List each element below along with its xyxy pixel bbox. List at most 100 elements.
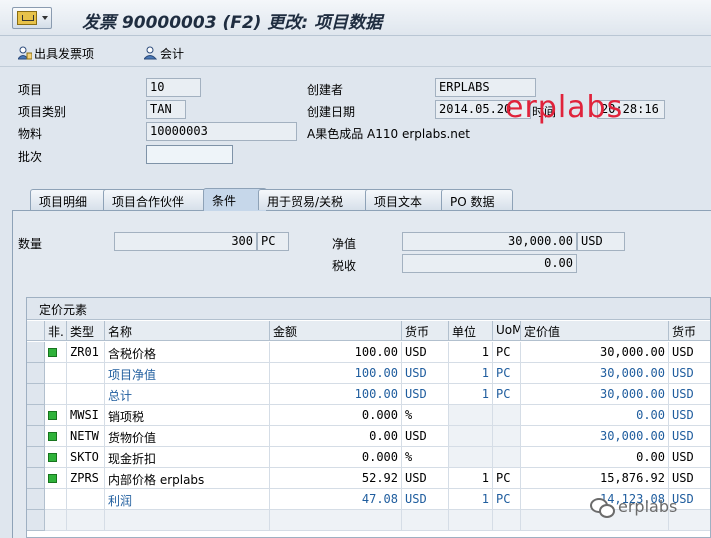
col-condition-value[interactable]: 定价值 bbox=[521, 321, 669, 341]
pricing-cell-amount[interactable]: 0.000 bbox=[270, 447, 402, 468]
pricing-table-title: 定价元素 bbox=[27, 298, 710, 320]
pricing-cell-per bbox=[449, 447, 493, 468]
row-selector[interactable] bbox=[27, 363, 45, 384]
tab-item-detail[interactable]: 项目明细 bbox=[30, 189, 114, 210]
system-menu-button[interactable] bbox=[12, 7, 52, 29]
pricing-cell-name: 含税价格 bbox=[105, 342, 270, 363]
empty-cell bbox=[270, 510, 402, 531]
tax-label: 税收 bbox=[332, 259, 357, 273]
status-cell bbox=[45, 447, 67, 468]
quantity-field: 300 bbox=[114, 232, 257, 251]
net-value-label: 净值 bbox=[332, 237, 357, 251]
material-field[interactable]: 10000003 bbox=[146, 122, 297, 141]
pricing-cell-value[interactable]: 15,876.92 bbox=[521, 468, 669, 489]
pricing-cell-curr2: USD bbox=[669, 405, 710, 426]
col-type[interactable]: 类型 bbox=[67, 321, 105, 341]
dropdown-arrow-icon bbox=[42, 16, 48, 20]
erplabs-watermark: erplabs bbox=[505, 90, 624, 125]
net-value-field: 30,000.00 bbox=[402, 232, 577, 251]
pricing-cell-type[interactable]: ZPRS bbox=[67, 468, 105, 489]
pricing-cell-value[interactable]: 30,000.00 bbox=[521, 384, 669, 405]
wechat-watermark-text: erplabs bbox=[618, 497, 678, 516]
pricing-cell-uom bbox=[493, 447, 521, 468]
pricing-cell-curr2: USD bbox=[669, 384, 710, 405]
pricing-cell-amount[interactable]: 100.00 bbox=[270, 363, 402, 384]
pricing-cell-curr2: USD bbox=[669, 363, 710, 384]
pricing-cell-per: 1 bbox=[449, 468, 493, 489]
pricing-cell-curr: USD bbox=[402, 468, 449, 489]
pricing-cell-uom: PC bbox=[493, 363, 521, 384]
print-invoice-item-button[interactable]: 出具发票项 bbox=[18, 44, 94, 62]
pricing-cell-value[interactable]: 30,000.00 bbox=[521, 363, 669, 384]
col-name[interactable]: 名称 bbox=[105, 321, 270, 341]
select-all-header[interactable] bbox=[27, 321, 45, 341]
empty-cell bbox=[67, 510, 105, 531]
col-amount[interactable]: 金额 bbox=[270, 321, 402, 341]
pricing-cell-curr: % bbox=[402, 405, 449, 426]
pricing-cell-amount[interactable]: 0.00 bbox=[270, 426, 402, 447]
row-selector[interactable] bbox=[27, 510, 45, 531]
tab-item-partners[interactable]: 项目合作伙伴 bbox=[103, 189, 207, 210]
pricing-cell-name: 总计 bbox=[105, 384, 270, 405]
batch-field[interactable] bbox=[146, 145, 233, 164]
pricing-cell-type[interactable] bbox=[67, 489, 105, 510]
pricing-cell-name: 货物价值 bbox=[105, 426, 270, 447]
pricing-cell-type[interactable]: MWSI bbox=[67, 405, 105, 426]
quantity-label: 数量 bbox=[18, 237, 43, 251]
pricing-cell-type[interactable]: ZR01 bbox=[67, 342, 105, 363]
status-cell bbox=[45, 384, 67, 405]
pricing-cell-name: 项目净值 bbox=[105, 363, 270, 384]
col-uom[interactable]: UoM bbox=[493, 321, 521, 341]
pricing-cell-per: 1 bbox=[449, 489, 493, 510]
row-selector[interactable] bbox=[27, 426, 45, 447]
tab-po-data[interactable]: PO 数据 bbox=[441, 189, 513, 210]
pricing-cell-amount[interactable]: 100.00 bbox=[270, 384, 402, 405]
item-field[interactable]: 10 bbox=[146, 78, 201, 97]
pricing-cell-amount[interactable]: 100.00 bbox=[270, 342, 402, 363]
pricing-cell-value[interactable]: 30,000.00 bbox=[521, 426, 669, 447]
col-currency-2[interactable]: 货币 bbox=[669, 321, 710, 341]
pricing-cell-uom: PC bbox=[493, 384, 521, 405]
tab-foreign-trade[interactable]: 用于贸易/关税 bbox=[258, 189, 374, 210]
pricing-cell-type[interactable] bbox=[67, 363, 105, 384]
system-menu-icon bbox=[17, 11, 37, 25]
item-category-field[interactable]: TAN bbox=[146, 100, 186, 119]
row-selector[interactable] bbox=[27, 384, 45, 405]
pricing-cell-curr2: USD bbox=[669, 468, 710, 489]
tab-item-texts[interactable]: 项目文本 bbox=[365, 189, 449, 210]
row-selector[interactable] bbox=[27, 468, 45, 489]
col-inactive[interactable]: 非. bbox=[45, 321, 67, 341]
empty-cell bbox=[493, 510, 521, 531]
pricing-cell-value[interactable]: 0.00 bbox=[521, 447, 669, 468]
row-selector[interactable] bbox=[27, 405, 45, 426]
row-selector[interactable] bbox=[27, 342, 45, 363]
pricing-cell-per bbox=[449, 405, 493, 426]
net-currency-field: USD bbox=[577, 232, 625, 251]
col-currency[interactable]: 货币 bbox=[402, 321, 449, 341]
row-selector[interactable] bbox=[27, 447, 45, 468]
tax-field: 0.00 bbox=[402, 254, 577, 273]
row-selector[interactable] bbox=[27, 489, 45, 510]
accounting-button[interactable]: 会计 bbox=[144, 44, 184, 62]
green-status-icon bbox=[48, 348, 57, 357]
status-cell bbox=[45, 489, 67, 510]
creator-label: 创建者 bbox=[307, 83, 344, 97]
pricing-cell-uom bbox=[493, 405, 521, 426]
wechat-icon bbox=[590, 497, 615, 518]
pricing-cell-uom: PC bbox=[493, 468, 521, 489]
pricing-cell-amount[interactable]: 0.000 bbox=[270, 405, 402, 426]
empty-cell bbox=[449, 510, 493, 531]
pricing-cell-curr: USD bbox=[402, 363, 449, 384]
green-status-icon bbox=[48, 453, 57, 462]
title-bar: 发票 90000003 (F2) 更改: 项目数据 bbox=[0, 0, 711, 36]
green-status-icon bbox=[48, 474, 57, 483]
pricing-cell-type[interactable]: NETW bbox=[67, 426, 105, 447]
pricing-cell-amount[interactable]: 52.92 bbox=[270, 468, 402, 489]
pricing-cell-type[interactable]: SKTO bbox=[67, 447, 105, 468]
pricing-cell-amount[interactable]: 47.08 bbox=[270, 489, 402, 510]
pricing-cell-value[interactable]: 0.00 bbox=[521, 405, 669, 426]
pricing-cell-value[interactable]: 30,000.00 bbox=[521, 342, 669, 363]
pricing-cell-type[interactable] bbox=[67, 384, 105, 405]
material-description: A果色成品 A110 erplabs.net bbox=[307, 127, 470, 141]
col-per[interactable]: 单位 bbox=[449, 321, 493, 341]
